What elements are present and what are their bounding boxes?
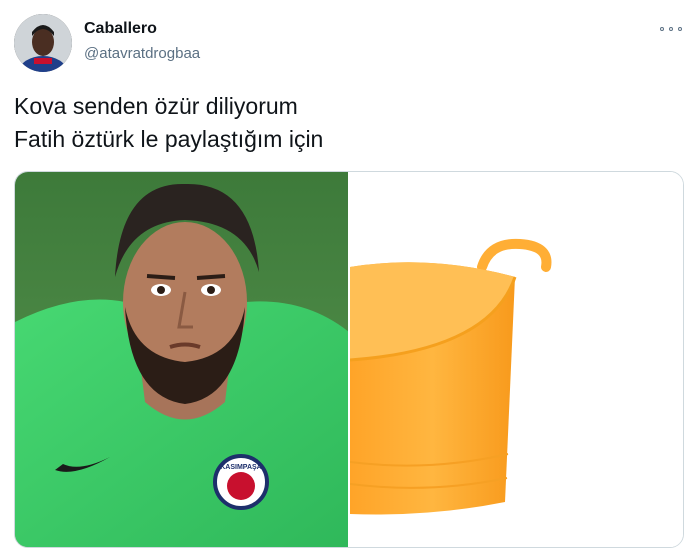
tweet: Caballero @atavratdrogbaa Kova senden öz… — [0, 0, 700, 560]
tweet-text: Kova senden özür diliyorum Fatih öztürk … — [14, 90, 323, 156]
dot — [678, 27, 682, 31]
tweet-media[interactable]: KASIMPAŞA — [14, 171, 684, 548]
club-badge-text: KASIMPAŞA — [220, 464, 261, 471]
tweet-text-line: Fatih öztürk le paylaştığım için — [14, 126, 324, 152]
goalkeeper-photo[interactable]: KASIMPAŞA — [15, 172, 348, 547]
display-name[interactable]: Caballero — [84, 20, 157, 38]
dot — [660, 27, 664, 31]
avatar[interactable] — [14, 14, 72, 72]
dot — [669, 27, 673, 31]
orange-bucket-photo[interactable] — [348, 172, 683, 547]
more-options-icon[interactable] — [660, 22, 682, 36]
user-handle[interactable]: @atavratdrogbaa — [84, 45, 200, 62]
tweet-text-line: Kova senden özür diliyorum — [14, 93, 298, 119]
